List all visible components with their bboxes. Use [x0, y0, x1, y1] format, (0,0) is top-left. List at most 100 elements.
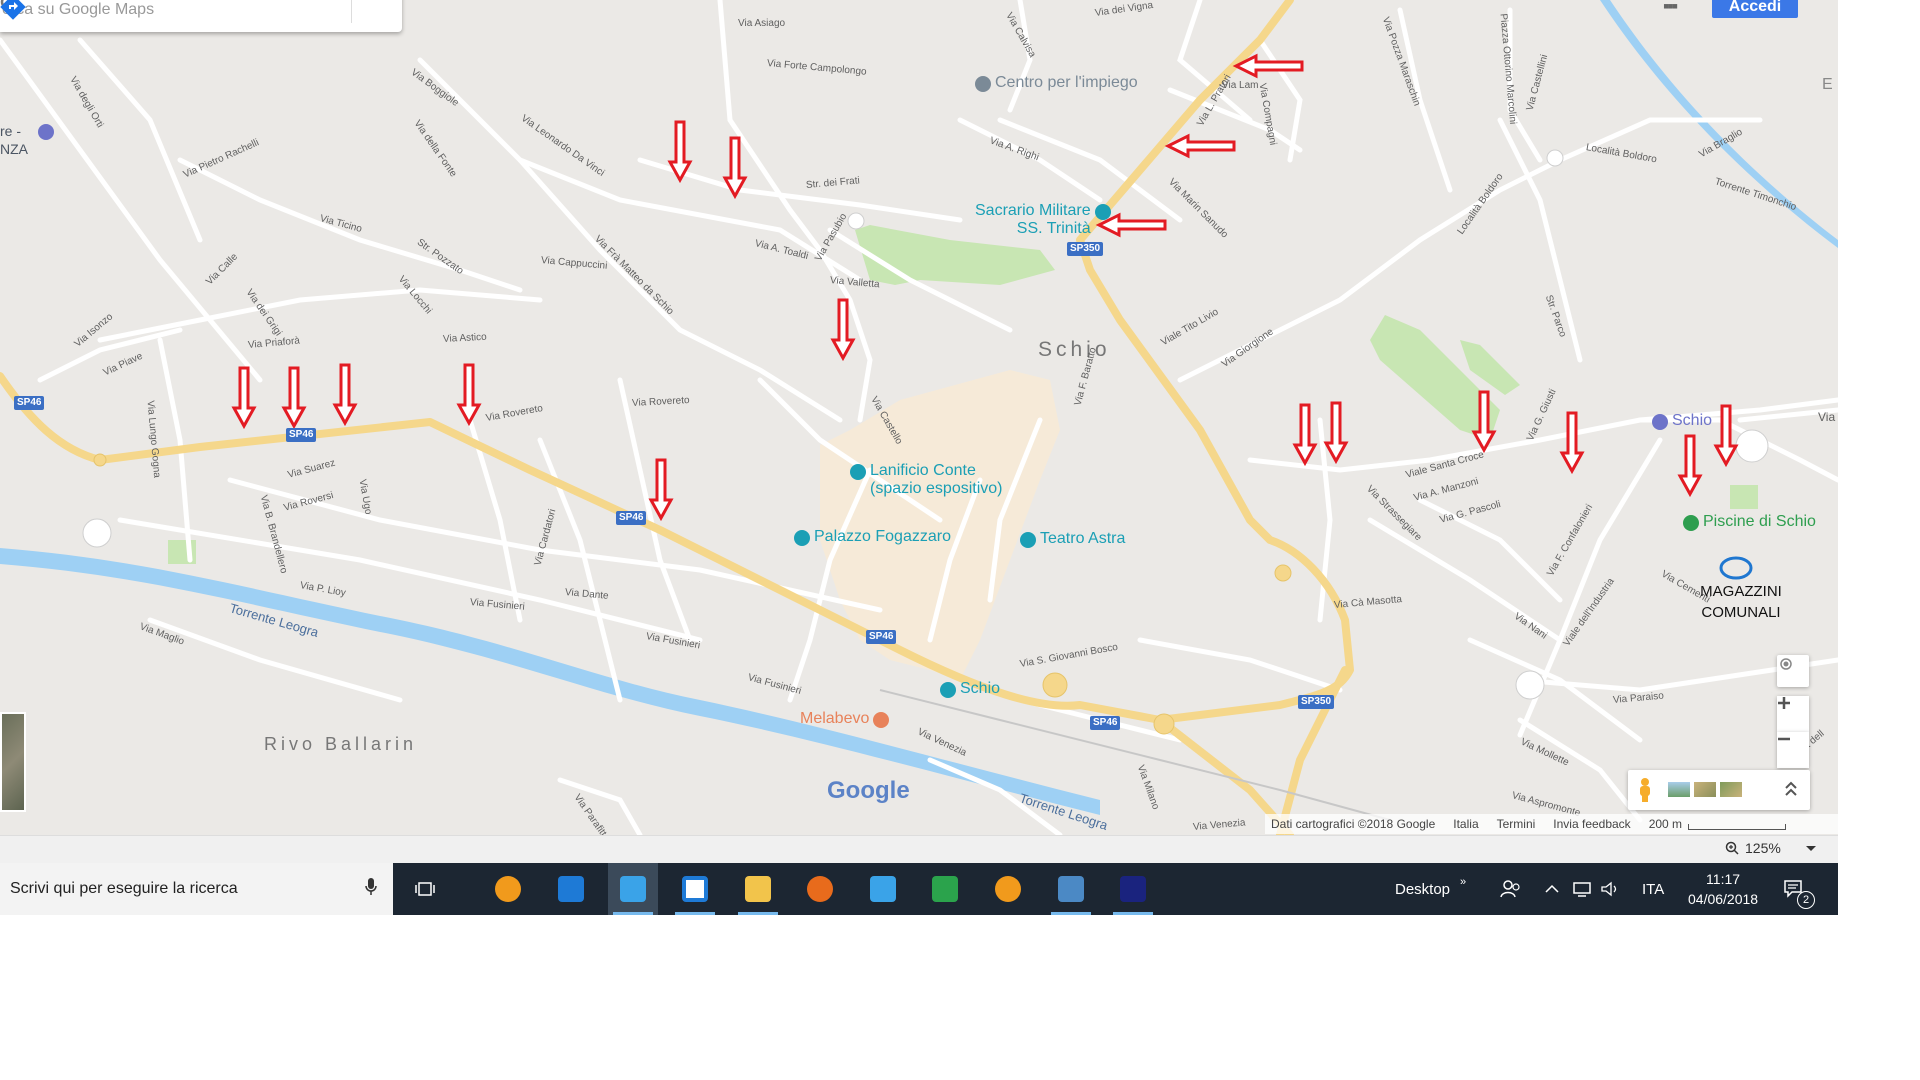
poi-label: Schio	[960, 680, 1001, 697]
hotel-pin-icon[interactable]	[38, 124, 54, 140]
poi-label: Melabevo	[800, 710, 870, 727]
layers-panel	[1628, 770, 1810, 810]
poi-piscine-di-schio[interactable]: Piscine di Schio	[1683, 513, 1816, 531]
clock[interactable]: 11:17 04/06/2018	[1688, 863, 1758, 915]
poi-label: Lanificio Conte (spazio espositivo)	[870, 462, 1003, 497]
poi-pin-icon	[940, 682, 956, 698]
search-input[interactable]: erca su Google Maps	[2, 1, 311, 19]
pegman-icon[interactable]	[1638, 778, 1652, 802]
desktop-toolbar[interactable]: Desktop »	[1395, 863, 1466, 915]
signin-button[interactable]: Accedi	[1712, 0, 1798, 18]
road-badge: SP46	[1090, 716, 1121, 730]
google-logo: Google	[827, 777, 910, 804]
volume-icon[interactable]	[1600, 863, 1620, 915]
edge-label: NZA	[0, 141, 28, 157]
poi-pin-icon	[850, 464, 866, 480]
scale-label[interactable]: 200 m	[1649, 817, 1682, 831]
minus-icon	[1778, 737, 1790, 741]
road-badge: SP46	[616, 511, 647, 525]
show-hidden-icons[interactable]	[1545, 863, 1559, 915]
red-arrow	[231, 366, 257, 430]
store-icon[interactable]	[670, 863, 720, 915]
red-arrow	[332, 363, 358, 427]
park-area	[1730, 485, 1758, 509]
poi-label: Schio	[1672, 412, 1713, 429]
edge-icon[interactable]	[546, 863, 596, 915]
edge-label: E	[1822, 76, 1833, 93]
action-center-icon[interactable]: 2	[1783, 863, 1815, 915]
network-icon[interactable]	[1572, 863, 1592, 915]
double-chevron-icon[interactable]: »	[1460, 876, 1466, 888]
recycle-icon-glyph	[932, 876, 958, 902]
file-explorer-icon-glyph	[745, 876, 771, 902]
poi-schio[interactable]: Schio	[1652, 412, 1712, 430]
layer-thumb-satellite[interactable]	[1720, 782, 1742, 797]
road-badge: SP350	[1298, 695, 1335, 709]
poi-teatro-astra[interactable]: Teatro Astra	[1020, 530, 1125, 548]
active-indicator	[675, 912, 715, 915]
firefox-icon[interactable]	[795, 863, 845, 915]
terms-link[interactable]: Termini	[1497, 817, 1536, 831]
zoom-out-button[interactable]	[1777, 732, 1809, 768]
road-badge: SP46	[866, 630, 897, 644]
taskbar-search[interactable]: Scrivi qui per eseguire la ricerca	[0, 863, 393, 915]
ie-icon[interactable]	[608, 863, 658, 915]
recycle-icon[interactable]	[920, 863, 970, 915]
zoom-in-button[interactable]	[1777, 696, 1809, 732]
app-orange-icon-2[interactable]	[983, 863, 1033, 915]
road-badge: SP350	[1067, 242, 1104, 256]
monitor-app-icon[interactable]	[1108, 863, 1158, 915]
active-indicator	[1113, 912, 1153, 915]
search-box: erca su Google Maps	[0, 0, 402, 32]
magazzini-marker	[1719, 556, 1753, 580]
map-canvas[interactable]: Schio Rivo Ballarin Via Asiago Via Forte …	[0, 0, 1838, 835]
poi-schio[interactable]: Schio	[940, 680, 1000, 698]
ie-icon-glyph	[620, 876, 646, 902]
poi-centro-per-l-impiego[interactable]: Centro per l'impiego	[975, 74, 1138, 92]
poi-lanificio-conte-spazio-espositivo[interactable]: Lanificio Conte (spazio espositivo)	[850, 462, 1003, 498]
people-icon[interactable]	[1500, 863, 1522, 915]
desktop-label[interactable]: Desktop	[1395, 881, 1450, 898]
picture-icon[interactable]	[1046, 863, 1096, 915]
plus-icon	[1778, 697, 1790, 709]
poi-pin-icon	[1683, 515, 1699, 531]
street-label: Via Asiago	[738, 18, 786, 29]
red-arrow	[830, 298, 856, 362]
ie-icon-2[interactable]	[858, 863, 908, 915]
zoom-control[interactable]: 125%	[1725, 840, 1817, 856]
apps-grid-icon[interactable]: ▪▪▪	[1663, 0, 1678, 17]
poi-melabevo[interactable]: Melabevo	[800, 710, 890, 728]
my-location-button[interactable]	[1777, 655, 1809, 687]
attribution-bar: Dati cartografici ©2018 Google Italia Te…	[1265, 814, 1838, 834]
satellite-thumbnail[interactable]	[0, 712, 26, 812]
street-label: Via	[1818, 410, 1836, 424]
search-icon[interactable]	[0, 0, 351, 25]
annotation-line-2: COMUNALI	[1701, 604, 1781, 621]
taskbar-search-input[interactable]: Scrivi qui per eseguire la ricerca	[10, 880, 365, 898]
poi-pin-icon	[873, 712, 890, 728]
road-badge: SP46	[286, 428, 317, 442]
layer-thumb-terrain[interactable]	[1694, 782, 1716, 797]
monitor-app-icon-glyph	[1120, 876, 1146, 902]
poi-label: Piscine di Schio	[1703, 513, 1816, 530]
layer-thumb-earth[interactable]	[1668, 782, 1690, 797]
picture-icon-glyph	[1058, 876, 1084, 902]
map-data-credit: Dati cartografici ©2018 Google	[1271, 817, 1436, 831]
clock-date: 04/06/2018	[1688, 891, 1759, 907]
file-explorer-icon[interactable]	[733, 863, 783, 915]
red-arrow	[648, 458, 674, 522]
poi-palazzo-fogazzaro[interactable]: Palazzo Fogazzaro	[794, 528, 951, 546]
store-icon-glyph	[682, 876, 708, 902]
poi-sacrario-militare-ss-trinit[interactable]: Sacrario Militare SS. Trinità	[975, 202, 1111, 238]
chevron-down-icon[interactable]	[1805, 842, 1817, 854]
app-orange-icon-2-glyph	[995, 876, 1021, 902]
red-arrow	[1164, 133, 1236, 159]
microphone-icon[interactable]	[365, 877, 377, 902]
country-link[interactable]: Italia	[1453, 817, 1478, 831]
language-indicator[interactable]: ITA	[1642, 863, 1664, 915]
feedback-link[interactable]: Invia feedback	[1553, 817, 1630, 831]
edge-label: re -	[0, 123, 21, 139]
task-view-icon[interactable]	[400, 863, 450, 915]
app-orange-icon[interactable]	[483, 863, 533, 915]
poi-pin-icon	[1652, 414, 1668, 430]
